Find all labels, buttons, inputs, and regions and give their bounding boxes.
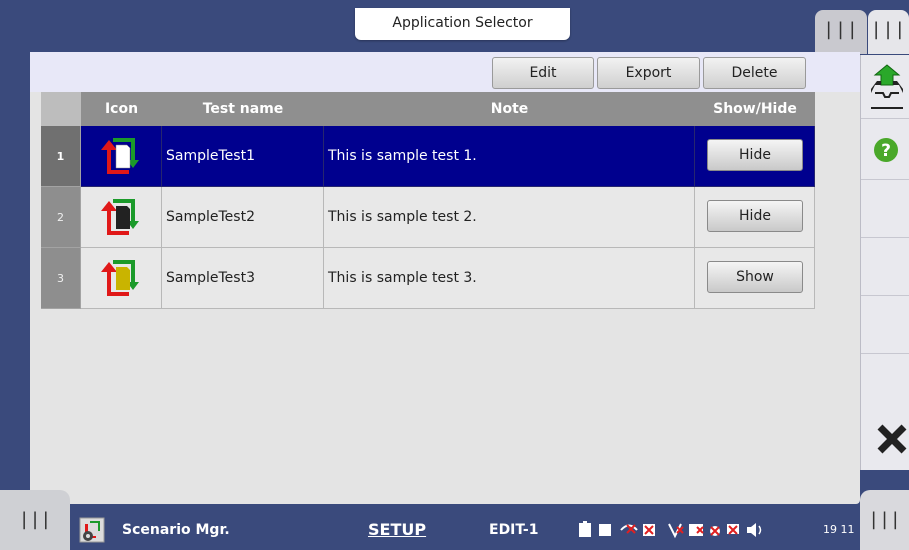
upload-tray-icon xyxy=(871,64,903,109)
application-selector-tab[interactable]: Application Selector xyxy=(355,8,570,40)
bottom-left-tab[interactable]: ||| xyxy=(0,490,70,550)
header-test-name: Test name xyxy=(162,92,325,126)
row-number: 3 xyxy=(41,248,81,309)
sidebar-slot-empty[interactable] xyxy=(861,296,909,354)
main-panel: Edit Export Delete Icon Test name Note S… xyxy=(30,52,860,504)
test-icon-cell xyxy=(81,187,162,248)
header-icon: Icon xyxy=(81,92,163,126)
help-button[interactable]: ? xyxy=(861,119,909,180)
help-icon: ? xyxy=(874,138,898,162)
upload-tray-button[interactable] xyxy=(861,55,909,119)
bottom-right-tab[interactable]: ||| xyxy=(860,490,909,550)
test-note: This is sample test 2. xyxy=(324,187,695,248)
edit-status: EDIT-1 xyxy=(489,522,539,538)
header-note: Note xyxy=(324,92,696,126)
close-icon xyxy=(877,424,907,454)
app-name: Scenario Mgr. xyxy=(122,522,230,538)
table-row[interactable]: 2 SampleTest2 This is sample test 2. Hid… xyxy=(41,187,815,248)
test-scenario-icon xyxy=(101,138,139,174)
top-tab-2[interactable]: ||| xyxy=(868,10,909,54)
test-note: This is sample test 1. xyxy=(324,126,695,187)
status-bar: Scenario Mgr. SETUP EDIT-1 19 11 xyxy=(0,510,909,550)
toolbar: Edit Export Delete xyxy=(30,52,860,92)
scenario-manager-icon xyxy=(79,517,105,543)
row-number: 2 xyxy=(41,187,81,248)
edit-button[interactable]: Edit xyxy=(492,57,594,89)
header-corner xyxy=(41,92,82,126)
test-name: SampleTest2 xyxy=(162,187,324,248)
top-tab-1[interactable]: ||| xyxy=(815,10,867,54)
export-button[interactable]: Export xyxy=(597,57,700,89)
svg-text:?: ? xyxy=(881,141,891,161)
table-row[interactable]: 3 SampleTest3 This is sample test 3. Sho… xyxy=(41,248,815,309)
header-show-hide: Show/Hide xyxy=(695,92,815,126)
status-icons xyxy=(577,521,817,539)
test-scenario-icon xyxy=(101,260,139,296)
show-button[interactable]: Show xyxy=(707,261,803,293)
status-tray-icons xyxy=(579,521,762,539)
show-hide-cell: Hide xyxy=(695,126,815,187)
clock: 19 11 xyxy=(823,523,855,536)
right-sidebar: ? xyxy=(860,55,909,470)
test-name: SampleTest3 xyxy=(162,248,324,309)
test-scenario-icon xyxy=(101,199,139,235)
hide-button[interactable]: Hide xyxy=(707,139,803,171)
test-icon-cell xyxy=(81,248,162,309)
sidebar-slot-empty[interactable] xyxy=(861,238,909,296)
sidebar-slot-empty[interactable] xyxy=(861,180,909,238)
show-hide-cell: Hide xyxy=(695,187,815,248)
test-icon-cell xyxy=(81,126,162,187)
show-hide-cell: Show xyxy=(695,248,815,309)
mode-label[interactable]: SETUP xyxy=(368,510,426,550)
row-number: 1 xyxy=(41,126,81,187)
delete-button[interactable]: Delete xyxy=(703,57,806,89)
close-button[interactable] xyxy=(861,354,909,469)
test-name: SampleTest1 xyxy=(162,126,324,187)
test-note: This is sample test 3. xyxy=(324,248,695,309)
table-row[interactable]: 1 SampleTest1 This is sample test 1. Hid… xyxy=(41,126,815,187)
hide-button[interactable]: Hide xyxy=(707,200,803,232)
